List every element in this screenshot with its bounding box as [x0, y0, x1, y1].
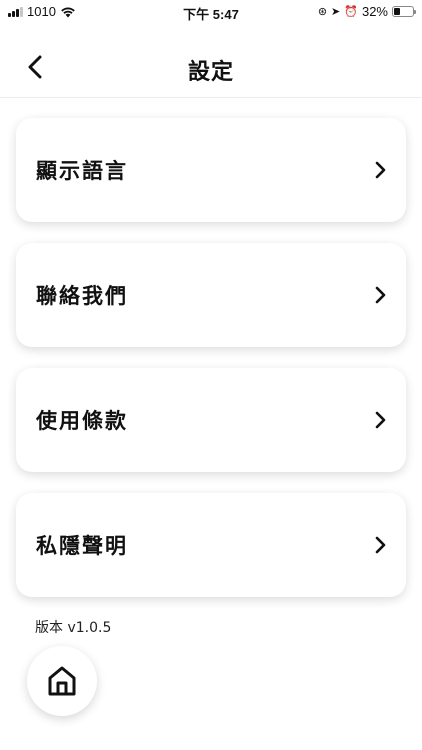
menu-item-label: 聯絡我們 [36, 284, 128, 308]
home-button[interactable] [27, 646, 97, 716]
status-bar: 1010 下午 5:47 ⊛ ➤ ⏰ 32% [0, 0, 422, 24]
settings-screen: 1010 下午 5:47 ⊛ ➤ ⏰ 32% 設定 顯示語言 聯絡我們 使用條款… [0, 0, 422, 750]
app-header: 設定 [0, 40, 422, 98]
menu-item-display-language[interactable]: 顯示語言 [16, 118, 406, 222]
version-label: 版本 v1.0.5 [35, 620, 112, 636]
chevron-right-icon [372, 535, 388, 555]
page-title: 設定 [187, 60, 234, 85]
menu-item-terms-of-use[interactable]: 使用條款 [16, 368, 406, 472]
menu-item-label: 私隱聲明 [36, 534, 128, 558]
menu-item-label: 顯示語言 [36, 159, 128, 183]
menu-item-contact-us[interactable]: 聯絡我們 [16, 243, 406, 347]
chevron-right-icon [372, 285, 388, 305]
location-icon: ➤ [331, 6, 341, 18]
home-icon [48, 666, 76, 696]
alarm-icon: ⏰ [344, 6, 358, 18]
menu-item-label: 使用條款 [36, 409, 128, 433]
battery-percent: 32% [361, 4, 388, 19]
battery-icon [392, 6, 416, 17]
chevron-right-icon [372, 410, 388, 430]
chevron-right-icon [372, 160, 388, 180]
menu-item-privacy-statement[interactable]: 私隱聲明 [16, 493, 406, 597]
battery-level [394, 8, 400, 15]
status-bar-right: ⊛ ➤ ⏰ 32% [317, 4, 416, 19]
settings-menu: 顯示語言 聯絡我們 使用條款 私隱聲明 [16, 118, 406, 618]
screen-rotation-lock-icon: ⊛ [317, 6, 328, 18]
